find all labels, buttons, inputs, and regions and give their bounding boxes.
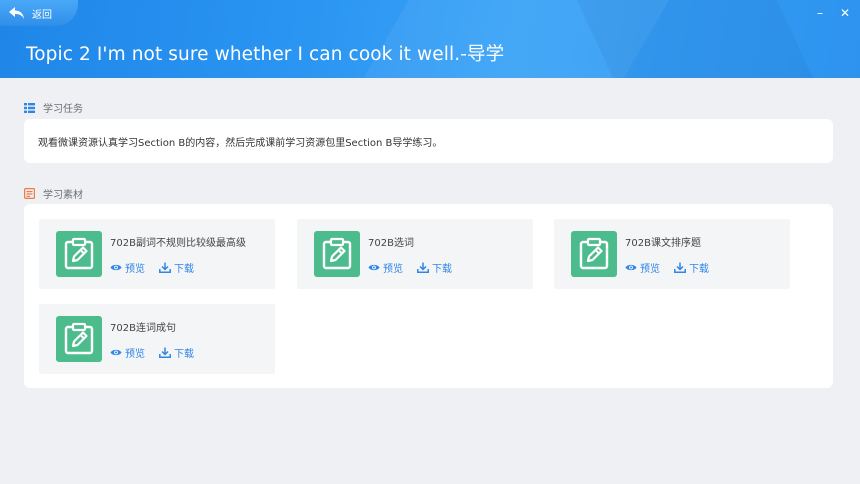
- material-name: 702B选词: [368, 238, 414, 249]
- material-item[interactable]: 702B课文排序题 预览 下载: [554, 219, 790, 289]
- download-button[interactable]: 下载: [417, 260, 452, 275]
- download-icon: [159, 262, 171, 273]
- material-item[interactable]: 702B选词 预览 下载: [297, 219, 533, 289]
- download-button[interactable]: 下载: [159, 260, 194, 275]
- back-arrow-icon: [9, 7, 24, 19]
- close-button[interactable]: ✕: [838, 6, 852, 20]
- back-button[interactable]: 返回: [0, 0, 78, 26]
- download-label: 下载: [174, 349, 194, 360]
- preview-label: 预览: [125, 264, 145, 275]
- materials-section-title: 学习素材: [43, 190, 83, 201]
- download-label: 下载: [432, 264, 452, 275]
- material-thumbnail: [314, 231, 360, 277]
- document-icon: [24, 188, 35, 199]
- material-thumbnail: [56, 316, 102, 362]
- edit-clipboard-icon: [64, 322, 94, 355]
- minimize-button[interactable]: –: [813, 6, 827, 20]
- preview-button[interactable]: 预览: [368, 260, 403, 275]
- download-button[interactable]: 下载: [674, 260, 709, 275]
- list-icon: [24, 102, 35, 113]
- download-button[interactable]: 下载: [159, 345, 194, 360]
- preview-button[interactable]: 预览: [110, 345, 145, 360]
- material-thumbnail: [571, 231, 617, 277]
- header-bar: 返回 – ✕ Topic 2 I'm not sure whether I ca…: [0, 0, 860, 78]
- materials-card: 702B副词不规则比较级最高级 预览 下载 702B选词 预览 下载 702B课…: [24, 204, 833, 388]
- material-actions: 预览 下载: [625, 260, 709, 275]
- download-label: 下载: [174, 264, 194, 275]
- page-title: Topic 2 I'm not sure whether I can cook …: [26, 44, 505, 65]
- material-name: 702B连词成句: [110, 323, 176, 334]
- eye-icon: [625, 264, 637, 271]
- task-card: 观看微课资源认真学习Section B的内容，然后完成课前学习资源包里Secti…: [24, 119, 833, 163]
- material-thumbnail: [56, 231, 102, 277]
- download-label: 下载: [689, 264, 709, 275]
- download-icon: [159, 347, 171, 358]
- edit-clipboard-icon: [322, 237, 352, 270]
- material-actions: 预览 下载: [368, 260, 452, 275]
- preview-button[interactable]: 预览: [625, 260, 660, 275]
- material-item[interactable]: 702B连词成句 预览 下载: [39, 304, 275, 374]
- eye-icon: [110, 349, 122, 356]
- preview-label: 预览: [640, 264, 660, 275]
- material-name: 702B副词不规则比较级最高级: [110, 238, 246, 249]
- header-decoration: [572, 0, 828, 78]
- back-label: 返回: [32, 9, 52, 21]
- download-icon: [417, 262, 429, 273]
- preview-label: 预览: [125, 349, 145, 360]
- eye-icon: [110, 264, 122, 271]
- material-item[interactable]: 702B副词不规则比较级最高级 预览 下载: [39, 219, 275, 289]
- preview-label: 预览: [383, 264, 403, 275]
- material-actions: 预览 下载: [110, 345, 194, 360]
- task-section-title: 学习任务: [43, 104, 83, 115]
- edit-clipboard-icon: [579, 237, 609, 270]
- task-section-header: 学习任务: [24, 100, 83, 115]
- material-actions: 预览 下载: [110, 260, 194, 275]
- preview-button[interactable]: 预览: [110, 260, 145, 275]
- edit-clipboard-icon: [64, 237, 94, 270]
- download-icon: [674, 262, 686, 273]
- eye-icon: [368, 264, 380, 271]
- materials-section-header: 学习素材: [24, 186, 83, 201]
- task-description: 观看微课资源认真学习Section B的内容，然后完成课前学习资源包里Secti…: [38, 137, 443, 149]
- material-name: 702B课文排序题: [625, 238, 701, 249]
